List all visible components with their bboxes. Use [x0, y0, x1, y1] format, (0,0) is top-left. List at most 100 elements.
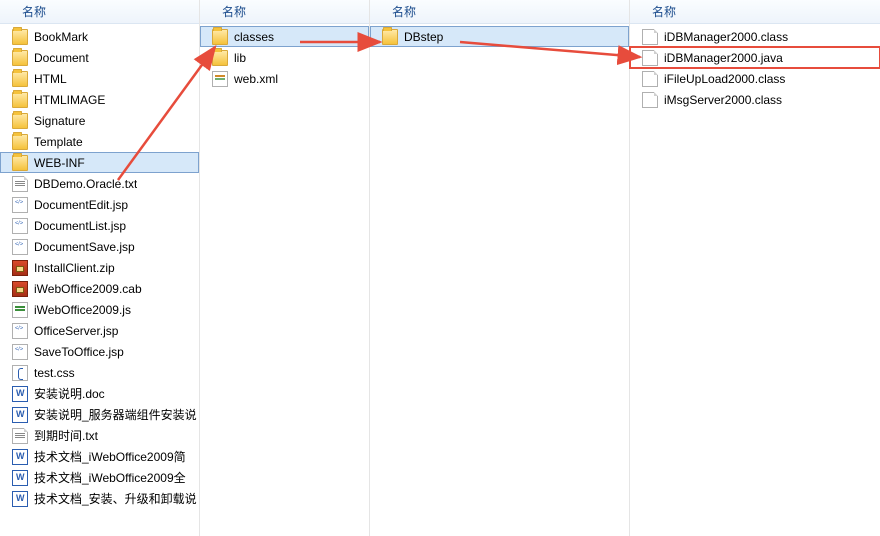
- doc-icon: [12, 491, 28, 507]
- item-label: 到期时间.txt: [34, 427, 98, 444]
- item-label: DocumentSave.jsp: [34, 240, 135, 254]
- code-icon: [12, 197, 28, 213]
- item-label: iDBManager2000.java: [664, 51, 783, 65]
- item-label: iWebOffice2009.js: [34, 303, 131, 317]
- list-item[interactable]: Template: [0, 131, 199, 152]
- list-item[interactable]: DocumentEdit.jsp: [0, 194, 199, 215]
- item-label: iFileUpLoad2000.class: [664, 72, 785, 86]
- doc-icon: [12, 407, 28, 423]
- folder-icon: [12, 71, 28, 87]
- list-item[interactable]: InstallClient.zip: [0, 257, 199, 278]
- file-list-2: classes lib web.xml: [200, 24, 369, 89]
- zip-icon: [12, 281, 28, 297]
- item-label: iWebOffice2009.cab: [34, 282, 142, 296]
- list-item[interactable]: lib: [200, 47, 369, 68]
- list-item[interactable]: 安装说明_服务器端组件安装说: [0, 404, 199, 425]
- list-item[interactable]: iWebOffice2009.cab: [0, 278, 199, 299]
- list-item[interactable]: DBDemo.Oracle.txt: [0, 173, 199, 194]
- item-label: iMsgServer2000.class: [664, 93, 782, 107]
- item-label: OfficeServer.jsp: [34, 324, 118, 338]
- item-label: test.css: [34, 366, 75, 380]
- txt-icon: [12, 176, 28, 192]
- list-item[interactable]: test.css: [0, 362, 199, 383]
- list-item[interactable]: 技术文档_iWebOffice2009全: [0, 467, 199, 488]
- list-item[interactable]: OfficeServer.jsp: [0, 320, 199, 341]
- list-item[interactable]: DocumentList.jsp: [0, 215, 199, 236]
- js-icon: [12, 302, 28, 318]
- list-item[interactable]: 到期时间.txt: [0, 425, 199, 446]
- item-label: HTMLIMAGE: [34, 93, 105, 107]
- item-label: web.xml: [234, 72, 278, 86]
- code-icon: [12, 323, 28, 339]
- list-item[interactable]: web.xml: [200, 68, 369, 89]
- item-label: Template: [34, 135, 83, 149]
- list-item[interactable]: HTMLIMAGE: [0, 89, 199, 110]
- file-list-3: DBstep: [370, 24, 629, 47]
- file-icon: [642, 92, 658, 108]
- folder-icon: [12, 92, 28, 108]
- list-item[interactable]: iDBManager2000.java: [630, 47, 880, 68]
- list-item[interactable]: 安装说明.doc: [0, 383, 199, 404]
- list-item[interactable]: iWebOffice2009.js: [0, 299, 199, 320]
- file-list-1: BookMark Document HTML HTMLIMAGE Signature Te…: [0, 24, 199, 509]
- list-item[interactable]: SaveToOffice.jsp: [0, 341, 199, 362]
- item-label: HTML: [34, 72, 67, 86]
- list-item[interactable]: iFileUpLoad2000.class: [630, 68, 880, 89]
- column-header-name[interactable]: 名称: [630, 0, 880, 24]
- list-item[interactable]: WEB-INF: [0, 152, 199, 173]
- txt-icon: [12, 428, 28, 444]
- item-label: 技术文档_安装、升级和卸载说: [34, 490, 197, 507]
- zip-icon: [12, 260, 28, 276]
- item-label: BookMark: [34, 30, 88, 44]
- file-icon: [642, 71, 658, 87]
- item-label: SaveToOffice.jsp: [34, 345, 124, 359]
- folder-open-icon: [12, 155, 28, 171]
- list-item[interactable]: HTML: [0, 68, 199, 89]
- pane-3: 名称 DBstep: [370, 0, 630, 536]
- list-item[interactable]: BookMark: [0, 26, 199, 47]
- code-icon: [12, 239, 28, 255]
- list-item[interactable]: Signature: [0, 110, 199, 131]
- css-icon: [12, 365, 28, 381]
- doc-icon: [12, 386, 28, 402]
- pane-1: 名称 BookMark Document HTML HTMLIMAGE Signatur…: [0, 0, 200, 536]
- item-label: DocumentList.jsp: [34, 219, 126, 233]
- list-item[interactable]: iMsgServer2000.class: [630, 89, 880, 110]
- item-label: 技术文档_iWebOffice2009简: [34, 448, 186, 465]
- column-header-name[interactable]: 名称: [370, 0, 629, 24]
- list-item[interactable]: Document: [0, 47, 199, 68]
- item-label: InstallClient.zip: [34, 261, 115, 275]
- file-icon: [642, 29, 658, 45]
- item-label: classes: [234, 30, 274, 44]
- doc-icon: [12, 449, 28, 465]
- list-item[interactable]: 技术文档_安装、升级和卸载说: [0, 488, 199, 509]
- folder-icon: [12, 134, 28, 150]
- item-label: DocumentEdit.jsp: [34, 198, 128, 212]
- list-item[interactable]: 技术文档_iWebOffice2009简: [0, 446, 199, 467]
- item-label: DBDemo.Oracle.txt: [34, 177, 137, 191]
- item-label: Document: [34, 51, 89, 65]
- folder-open-icon: [212, 29, 228, 45]
- column-header-name[interactable]: 名称: [200, 0, 369, 24]
- list-item[interactable]: classes: [200, 26, 369, 47]
- code-icon: [12, 344, 28, 360]
- column-header-name[interactable]: 名称: [0, 0, 199, 24]
- folder-icon: [12, 29, 28, 45]
- file-list-4: iDBManager2000.class iDBManager2000.java i…: [630, 24, 880, 110]
- folder-open-icon: [382, 29, 398, 45]
- doc-icon: [12, 470, 28, 486]
- folder-icon: [12, 50, 28, 66]
- list-item[interactable]: iDBManager2000.class: [630, 26, 880, 47]
- item-label: Signature: [34, 114, 85, 128]
- item-label: 安装说明.doc: [34, 385, 105, 402]
- item-label: lib: [234, 51, 246, 65]
- list-item[interactable]: DBstep: [370, 26, 629, 47]
- folder-icon: [212, 50, 228, 66]
- list-item[interactable]: DocumentSave.jsp: [0, 236, 199, 257]
- folder-icon: [12, 113, 28, 129]
- xml-icon: [212, 71, 228, 87]
- item-label: WEB-INF: [34, 156, 85, 170]
- item-label: DBstep: [404, 30, 443, 44]
- code-icon: [12, 218, 28, 234]
- pane-2: 名称 classes lib web.xml: [200, 0, 370, 536]
